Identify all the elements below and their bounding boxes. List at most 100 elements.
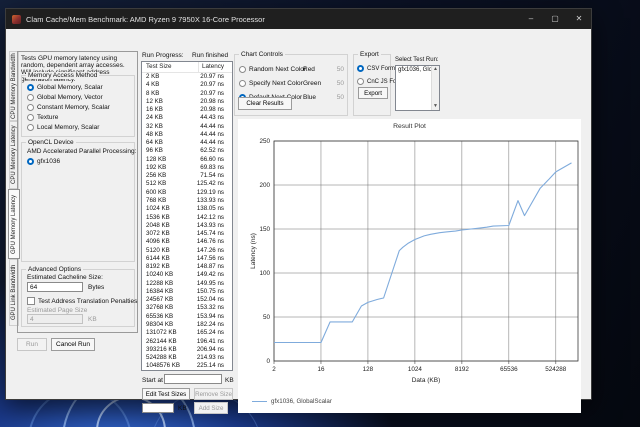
- color-field-value: 50: [336, 79, 344, 87]
- color-field-red: Red 50: [303, 62, 344, 76]
- run-button: Run: [17, 338, 47, 351]
- radio-icon: [27, 103, 34, 111]
- table-row[interactable]: 128 KB 66.60 ns: [142, 156, 232, 164]
- table-row[interactable]: 4 KB 20.97 ns: [142, 81, 232, 89]
- radio-color-mode-specify-next-color[interactable]: Specify Next Color: [239, 76, 305, 90]
- address-translation-checkbox[interactable]: Test Address Translation Penalties: [27, 296, 137, 306]
- table-row[interactable]: 12 KB 20.98 ns: [142, 98, 232, 106]
- table-row[interactable]: 3072 KB 145.74 ns: [142, 230, 232, 238]
- table-row[interactable]: 2048 KB 143.93 ns: [142, 222, 232, 230]
- table-row[interactable]: 48 KB 44.44 ns: [142, 131, 232, 139]
- radio-label: Constant Memory, Scalar: [37, 103, 110, 111]
- table-row[interactable]: 6144 KB 147.56 ns: [142, 255, 232, 263]
- table-row[interactable]: 1024 KB 138.05 ns: [142, 205, 232, 213]
- edit-test-sizes-button[interactable]: Edit Test Sizes: [142, 388, 190, 400]
- minimize-button[interactable]: –: [519, 9, 543, 29]
- start-at-input[interactable]: [164, 374, 222, 384]
- clear-results-button[interactable]: Clear Results: [238, 97, 292, 110]
- cell-latency: 206.94 ns: [196, 345, 224, 353]
- cell-test-size: 131072 KB: [146, 329, 177, 337]
- checkbox-icon: [27, 297, 35, 305]
- cell-latency: 69.83 ns: [200, 163, 224, 171]
- svg-text:Data (KB): Data (KB): [412, 377, 441, 384]
- svg-text:1024: 1024: [408, 366, 423, 373]
- add-size-input[interactable]: [142, 403, 174, 413]
- table-row[interactable]: 12288 KB 149.95 ns: [142, 280, 232, 288]
- radio-label: Texture: [37, 113, 59, 121]
- desktop: Clam Cache/Mem Benchmark: AMD Ryzen 9 79…: [0, 0, 640, 427]
- table-row[interactable]: 2 KB 20.97 ns: [142, 73, 232, 81]
- add-size-unit-label: KB: [178, 405, 187, 412]
- cell-latency: 20.98 ns: [200, 97, 224, 105]
- cell-latency: 20.98 ns: [200, 106, 224, 114]
- maximize-button[interactable]: ▢: [543, 9, 567, 29]
- table-row[interactable]: 524288 KB 214.93 ns: [142, 354, 232, 362]
- table-row[interactable]: 8192 KB 148.87 ns: [142, 263, 232, 271]
- legend-line-swatch: [252, 401, 267, 402]
- cell-test-size: 256 KB: [146, 172, 167, 180]
- table-row[interactable]: 32 KB 44.44 ns: [142, 123, 232, 131]
- tab-label: GPU Memory Latency: [11, 194, 17, 254]
- table-row[interactable]: 1536 KB 142.12 ns: [142, 214, 232, 222]
- table-row[interactable]: 131072 KB 165.24 ns: [142, 329, 232, 337]
- column-latency[interactable]: Latency: [199, 62, 232, 72]
- svg-text:100: 100: [259, 270, 270, 277]
- table-row[interactable]: 16 KB 20.98 ns: [142, 106, 232, 114]
- select-test-run-label: Select Test Run:: [395, 57, 439, 63]
- table-row[interactable]: 192 KB 69.83 ns: [142, 164, 232, 172]
- titlebar[interactable]: Clam Cache/Mem Benchmark: AMD Ryzen 9 79…: [6, 9, 591, 29]
- radio-device-gfx1036[interactable]: gfx1036: [27, 156, 132, 166]
- cell-test-size: 12 KB: [146, 97, 163, 105]
- table-row[interactable]: 5120 KB 147.26 ns: [142, 247, 232, 255]
- radio-label: Specify Next Color: [249, 79, 303, 87]
- cell-latency: 165.24 ns: [196, 329, 224, 337]
- table-row[interactable]: 64 KB 44.44 ns: [142, 139, 232, 147]
- radio-memory-texture[interactable]: Texture: [27, 112, 132, 122]
- table-row[interactable]: 600 KB 129.19 ns: [142, 189, 232, 197]
- result-plot: Result Plot 0 50 100 150 200 250 2 16 128 1024 819…: [238, 119, 581, 413]
- close-button[interactable]: ✕: [567, 9, 591, 29]
- cacheline-size-input[interactable]: 64: [27, 282, 83, 292]
- table-row[interactable]: 1048576 KB 225.14 ns: [142, 362, 232, 370]
- chart-controls-label: Chart Controls: [239, 51, 285, 58]
- table-row[interactable]: 393216 KB 206.94 ns: [142, 346, 232, 354]
- table-row[interactable]: 98304 KB 182.24 ns: [142, 321, 232, 329]
- table-row[interactable]: 32768 KB 153.32 ns: [142, 304, 232, 312]
- radio-memory-local-memory-scalar[interactable]: Local Memory, Scalar: [27, 122, 132, 132]
- table-row[interactable]: 768 KB 133.93 ns: [142, 197, 232, 205]
- test-run-listbox[interactable]: gfx1036, GlobalScalar ▲ ▼: [395, 65, 440, 111]
- table-row[interactable]: 512 KB 125.42 ns: [142, 180, 232, 188]
- table-row[interactable]: 16384 KB 150.75 ns: [142, 288, 232, 296]
- start-at-unit-label: KB: [225, 377, 234, 384]
- table-row[interactable]: 4096 KB 146.76 ns: [142, 238, 232, 246]
- export-button[interactable]: Export: [358, 87, 388, 99]
- table-row[interactable]: 65536 KB 153.94 ns: [142, 313, 232, 321]
- table-row[interactable]: 96 KB 62.52 ns: [142, 147, 232, 155]
- export-groupbox: Export CSV Format CnC JS Format: [353, 51, 408, 116]
- cell-test-size: 24 KB: [146, 114, 163, 122]
- scroll-up-icon[interactable]: ▲: [432, 66, 439, 73]
- cacheline-size-label: Estimated Cacheline Size:: [27, 274, 103, 281]
- cell-test-size: 393216 KB: [146, 345, 177, 353]
- results-listview[interactable]: Test Size Latency 2 KB 20.97 ns 4 KB 20.97 …: [141, 61, 233, 371]
- radio-memory-constant-memory-scalar[interactable]: Constant Memory, Scalar: [27, 102, 132, 112]
- radio-memory-global-memory-scalar[interactable]: Global Memory, Scalar: [27, 82, 132, 92]
- column-test-size[interactable]: Test Size: [142, 62, 199, 72]
- table-row[interactable]: 262144 KB 196.41 ns: [142, 338, 232, 346]
- add-size-button: Add Size: [194, 402, 228, 414]
- scroll-down-icon[interactable]: ▼: [432, 103, 439, 110]
- radio-memory-global-memory-vector[interactable]: Global Memory, Vector: [27, 92, 132, 102]
- svg-text:50: 50: [263, 314, 271, 321]
- cancel-run-button[interactable]: Cancel Run: [51, 338, 95, 351]
- table-row[interactable]: 24567 KB 152.04 ns: [142, 296, 232, 304]
- results-header: Test Size Latency: [142, 62, 232, 73]
- table-row[interactable]: 10240 KB 149.42 ns: [142, 271, 232, 279]
- radio-color-mode-random-next-color[interactable]: Random Next Color: [239, 62, 306, 76]
- tab-gpu-memory-latency[interactable]: GPU Memory Latency: [8, 189, 20, 259]
- cell-test-size: 4096 KB: [146, 238, 170, 246]
- table-row[interactable]: 24 KB 44.43 ns: [142, 114, 232, 122]
- listbox-scrollbar[interactable]: ▲ ▼: [431, 66, 439, 110]
- table-row[interactable]: 8 KB 20.97 ns: [142, 90, 232, 98]
- table-row[interactable]: 256 KB 71.54 ns: [142, 172, 232, 180]
- cell-test-size: 8192 KB: [146, 263, 170, 271]
